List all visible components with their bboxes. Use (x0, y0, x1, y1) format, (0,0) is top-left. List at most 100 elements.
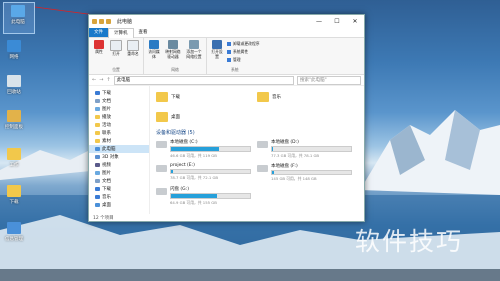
network-drive-icon (168, 40, 178, 49)
quick-access-toolbar (92, 19, 111, 24)
open-settings-button[interactable]: 打开设置 (210, 40, 224, 67)
back-arrow-icon[interactable]: ← (92, 77, 96, 83)
quick-access-icon[interactable] (106, 19, 111, 24)
desktop-icon-info-management[interactable]: 信息管理 (0, 222, 28, 242)
folder-icon (95, 171, 100, 175)
nav-item[interactable]: 音乐 (89, 193, 149, 201)
system-icon (227, 50, 231, 54)
nav-item[interactable]: 图片 (89, 169, 149, 177)
taskbar (0, 269, 500, 281)
up-arrow-icon[interactable]: ↑ (106, 77, 110, 83)
properties-icon (94, 40, 104, 49)
close-button[interactable]: ✕ (346, 18, 364, 25)
drive-item[interactable]: project (E:) 78.7 GB 可用，共 72.1 GB (156, 163, 257, 183)
properties-button[interactable]: 属性 (92, 40, 106, 67)
access-media-button[interactable]: 访问媒体 (147, 40, 161, 67)
drive-item[interactable]: 本地磁盘 (F:) 145 GB 可用，共 148 GB (257, 163, 358, 183)
uninstall-programs-button[interactable]: 卸载或更改程序 (227, 41, 260, 47)
search-input[interactable]: 搜索"此电脑" (297, 75, 361, 85)
devices-header[interactable]: 设备和驱动器 (5) (156, 129, 358, 136)
folder-icon (95, 99, 100, 103)
explorer-body: 下载 文档 图片 播放 活动 联系 素材 此电脑 3D 对象 视频 图片 文档 下载 音乐 桌面 下载 音乐桌… (89, 86, 364, 214)
drive-usage-fill (272, 147, 273, 151)
ribbon-group-system: 打开设置 卸载或更改程序 系统属性 管理 系统 (207, 38, 263, 74)
desktop-icon-network[interactable]: 网络 (0, 40, 28, 60)
nav-item[interactable]: 活动 (89, 121, 149, 129)
drive-item[interactable]: 闪盘 (G:) 64.9 GB 可用，共 155 GB (156, 186, 257, 206)
tab-computer[interactable]: 计算机 (108, 27, 134, 38)
rename-button[interactable]: 重命名 (126, 40, 140, 67)
forward-arrow-icon[interactable]: → (99, 77, 103, 83)
folder-icon (95, 187, 100, 191)
quick-access-icon[interactable] (92, 19, 97, 24)
drive-usage-fill (272, 170, 274, 174)
desktop-icon-this-pc[interactable]: 此电脑 (4, 5, 32, 25)
window-title: 此电脑 (117, 19, 133, 25)
watermark-text: 软件技巧 (355, 227, 464, 256)
minimize-button[interactable]: — (310, 18, 328, 25)
nav-item-label: 活动 (102, 123, 111, 128)
nav-item[interactable]: 下载 (89, 89, 149, 97)
drive-detail: 46.6 GB 可用，共 119 GB (170, 152, 217, 158)
drive-item[interactable]: 本地磁盘 (D:) 77.3 GB 可用，共 78.1 GB (257, 139, 358, 159)
nav-item-label: 图片 (102, 107, 111, 112)
drive-usage-fill (171, 147, 220, 151)
nav-item-label: 桌面 (102, 203, 111, 208)
button-label: 系统属性 (233, 49, 249, 54)
nav-item[interactable]: 图片 (89, 105, 149, 113)
button-label: 打开设置 (211, 49, 223, 59)
drive-usage-bar (271, 169, 352, 175)
open-icon (110, 40, 122, 51)
desktop-icon-label: 下载 (9, 200, 19, 205)
maximize-button[interactable]: ☐ (328, 18, 346, 25)
address-bar[interactable]: 此电脑 (113, 75, 294, 85)
drive-usage-bar (170, 193, 251, 199)
folder-icon (7, 185, 21, 197)
drive-name: 本地磁盘 (C:) (170, 140, 198, 145)
control-panel-icon (7, 110, 21, 122)
nav-item[interactable]: 文档 (89, 97, 149, 105)
manage-button[interactable]: 管理 (227, 57, 260, 63)
desktop-icon-recycle-bin[interactable]: 回收站 (0, 75, 28, 95)
drive-item[interactable]: 本地磁盘 (C:) 46.6 GB 可用，共 119 GB (156, 139, 257, 159)
tab-view[interactable]: 查看 (134, 28, 153, 37)
group-label: 系统 (230, 67, 239, 72)
button-label: 访问媒体 (148, 49, 160, 59)
desktop-icon-work[interactable]: 工作 (0, 148, 28, 168)
nav-item[interactable]: 联系 (89, 129, 149, 137)
quick-access-icon[interactable] (99, 19, 104, 24)
tab-file[interactable]: 文件 (89, 28, 108, 37)
group-label: 位置 (112, 67, 120, 72)
status-bar: 12 个项目 (89, 214, 364, 221)
folder-icon (257, 92, 269, 102)
nav-item-label: 音乐 (102, 195, 111, 200)
nav-item[interactable]: 播放 (89, 113, 149, 121)
add-network-location-button[interactable]: 添加一个网络位置 (185, 40, 203, 67)
recycle-bin-icon (7, 75, 21, 87)
folder-icon (156, 112, 168, 122)
nav-item[interactable]: 素材 (89, 137, 149, 145)
desktop-icon-label: 此电脑 (11, 20, 25, 25)
nav-item[interactable]: 此电脑 (89, 145, 149, 153)
desktop-icon-control-panel[interactable]: 控制面板 (0, 110, 28, 130)
folder-icon (95, 163, 100, 167)
folder-item[interactable]: 桌面 (156, 109, 257, 125)
nav-item[interactable]: 文档 (89, 177, 149, 185)
nav-item[interactable]: 3D 对象 (89, 153, 149, 161)
nav-item-label: 联系 (102, 131, 111, 136)
desktop-icon-downloads[interactable]: 下载 (0, 185, 28, 205)
system-properties-button[interactable]: 系统属性 (227, 49, 260, 55)
folder-item[interactable]: 下载 (156, 89, 257, 105)
nav-item[interactable]: 桌面 (89, 201, 149, 209)
open-button[interactable]: 打开 (109, 40, 123, 67)
map-network-drive-button[interactable]: 映射网络驱动器 (164, 40, 182, 67)
nav-item[interactable]: 下载 (89, 185, 149, 193)
folder-item[interactable]: 音乐 (257, 89, 358, 105)
nav-item-label: 下载 (102, 91, 111, 96)
drive-name: project (E:) (170, 162, 195, 168)
manage-icon (227, 58, 231, 62)
nav-item[interactable]: 视频 (89, 161, 149, 169)
folder-icon (95, 131, 100, 135)
nav-item-label: 素材 (102, 139, 111, 144)
drive-usage-bar (170, 146, 251, 152)
